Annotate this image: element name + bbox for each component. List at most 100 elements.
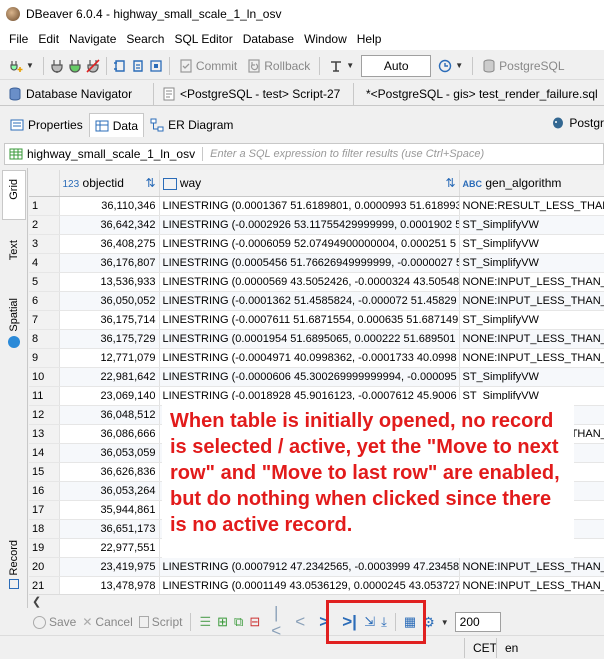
objectid-cell[interactable]: 36,175,714 — [59, 310, 160, 330]
gen-algorithm-cell[interactable]: NONE:INPUT_LESS_THAN_ — [459, 272, 604, 292]
row-number-cell[interactable]: 13 — [29, 424, 60, 444]
tab-grid[interactable]: Grid — [2, 170, 26, 220]
row-number-cell[interactable]: 2 — [29, 215, 60, 235]
menu-sql-editor[interactable]: SQL Editor — [169, 32, 237, 46]
way-cell[interactable]: LINESTRING (-0.0001362 51.4585824, -0.00… — [159, 291, 460, 311]
row-number-cell[interactable]: 7 — [29, 310, 60, 330]
tab-record[interactable]: Record — [2, 540, 26, 602]
gen-algorithm-cell[interactable]: NONE:RESULT_LESS_THAN_ — [459, 196, 604, 216]
filter-input[interactable]: Enter a SQL expression to filter results… — [210, 148, 484, 160]
tab-spatial[interactable]: Spatial — [2, 294, 26, 358]
gen-algorithm-cell[interactable]: NONE:INPUT_LESS_THAN_ — [459, 557, 604, 577]
column-header-objectid[interactable]: 123 objectid ⇅ — [59, 170, 160, 197]
table-row[interactable]: 8 36,175,729 LINESTRING (0.0001954 51.6895… — [29, 329, 604, 349]
reconnect-icon[interactable] — [68, 59, 82, 73]
gen-algorithm-cell[interactable]: ST_SimplifyVW — [459, 234, 604, 254]
objectid-cell[interactable]: 36,053,264 — [59, 481, 160, 501]
cancel-button[interactable]: ✕ Cancel — [82, 615, 132, 629]
script-button[interactable]: Script — [138, 615, 182, 629]
open-sql-script-icon[interactable] — [131, 59, 145, 73]
objectid-cell[interactable]: 36,651,173 — [59, 519, 160, 539]
row-number-cell[interactable]: 8 — [29, 329, 60, 349]
row-number-cell[interactable]: 15 — [29, 462, 60, 482]
table-row[interactable]: 3 36,408,275 LINESTRING (-0.0006059 52.074… — [29, 234, 604, 254]
way-cell[interactable]: LINESTRING (0.0000569 43.5052426, -0.000… — [159, 272, 460, 292]
objectid-cell[interactable]: 36,626,836 — [59, 462, 160, 482]
sort-filter-icon[interactable]: ⇅ — [445, 176, 455, 190]
disconnect-icon[interactable] — [86, 58, 100, 73]
table-row[interactable]: 1 36,110,346 LINESTRING (0.0001367 51.6189… — [29, 196, 604, 216]
objectid-cell[interactable]: 36,408,275 — [59, 234, 160, 254]
menu-search[interactable]: Search — [121, 32, 169, 46]
new-connection-button[interactable]: ▼ — [6, 55, 37, 77]
previous-row-button[interactable]: < — [294, 613, 306, 631]
auto-commit-mode-selector[interactable]: Auto — [361, 54, 432, 77]
way-cell[interactable]: LINESTRING (0.0005456 51.76626949999999,… — [159, 253, 460, 273]
row-number-cell[interactable]: 5 — [29, 272, 60, 292]
way-cell[interactable]: LINESTRING (-0.0006059 52.07494900000004… — [159, 234, 460, 254]
objectid-cell[interactable]: 23,419,975 — [59, 557, 160, 577]
row-number-cell[interactable]: 21 — [29, 576, 60, 594]
history-button[interactable]: ▼ — [435, 55, 466, 77]
objectid-cell[interactable]: 36,642,342 — [59, 215, 160, 235]
gen-algorithm-cell[interactable]: NONE:INPUT_LESS_THAN_ — [459, 291, 604, 311]
objectid-cell[interactable]: 22,977,551 — [59, 538, 160, 558]
tab-properties[interactable]: Properties — [4, 113, 89, 137]
gen-algorithm-cell[interactable]: NONE:INPUT_LESS_THAN_ — [459, 348, 604, 368]
way-cell[interactable]: LINESTRING (0.0001367 51.6189801, 0.0000… — [159, 196, 460, 216]
scroll-left-icon[interactable]: ❮ — [32, 595, 41, 608]
save-button[interactable]: Save — [33, 615, 76, 629]
objectid-cell[interactable]: 12,771,079 — [59, 348, 160, 368]
add-row-icon[interactable]: ⊞ — [217, 614, 228, 630]
objectid-cell[interactable]: 36,175,729 — [59, 329, 160, 349]
way-cell[interactable]: LINESTRING (-0.0004971 40.0998362, -0.00… — [159, 348, 460, 368]
objectid-cell[interactable]: 23,069,140 — [59, 386, 160, 406]
row-number-cell[interactable]: 3 — [29, 234, 60, 254]
row-number-cell[interactable]: 10 — [29, 367, 60, 387]
tab-script-27[interactable]: <PostgreSQL - test> Script-27 — [154, 83, 354, 105]
copy-row-icon[interactable]: ⧉ — [234, 614, 243, 630]
sql-editor-icon[interactable] — [113, 59, 127, 73]
row-number-cell[interactable]: 18 — [29, 519, 60, 539]
row-number-cell[interactable]: 14 — [29, 443, 60, 463]
table-row[interactable]: 2 36,642,342 LINESTRING (-0.0002926 53.117… — [29, 215, 604, 235]
way-cell[interactable]: LINESTRING (0.0007912 47.2342565, -0.000… — [159, 557, 460, 577]
menu-file[interactable]: File — [4, 32, 33, 46]
commit-button[interactable]: Commit — [176, 55, 240, 77]
sort-filter-icon[interactable]: ⇅ — [145, 176, 155, 190]
row-number-cell[interactable]: 9 — [29, 348, 60, 368]
way-cell[interactable]: LINESTRING (0.0001954 51.6895065, 0.0002… — [159, 329, 460, 349]
column-header-gen-algorithm[interactable]: ABC gen_algorithm — [459, 170, 604, 197]
objectid-cell[interactable]: 36,176,807 — [59, 253, 160, 273]
objectid-cell[interactable]: 13,536,933 — [59, 272, 160, 292]
row-number-cell[interactable]: 1 — [29, 196, 60, 216]
fetch-size-input[interactable]: 200 — [454, 612, 501, 632]
table-row[interactable]: 21 13,478,978 LINESTRING (0.0001149 43.053… — [29, 576, 604, 594]
objectid-cell[interactable]: 36,053,059 — [59, 443, 160, 463]
menu-database[interactable]: Database — [238, 32, 299, 46]
row-number-cell[interactable]: 6 — [29, 291, 60, 311]
edit-row-icon[interactable]: ☰ — [199, 614, 211, 630]
objectid-cell[interactable]: 36,110,346 — [59, 196, 160, 216]
column-header-way[interactable]: way ⇅ — [159, 170, 460, 197]
gen-algorithm-cell[interactable]: ST_SimplifyVW — [459, 253, 604, 273]
table-row[interactable]: 7 36,175,714 LINESTRING (-0.0007611 51.687… — [29, 310, 604, 330]
active-connection-selector[interactable]: PostgreSQL — [479, 55, 567, 77]
objectid-cell[interactable]: 36,048,512 — [59, 405, 160, 425]
gen-algorithm-cell[interactable]: ST_SimplifyVW — [459, 310, 604, 330]
row-number-cell[interactable]: 20 — [29, 557, 60, 577]
row-number-cell[interactable]: 16 — [29, 481, 60, 501]
transaction-log-icon[interactable] — [149, 59, 163, 73]
way-cell[interactable]: LINESTRING (0.0001149 43.0536129, 0.0000… — [159, 576, 460, 594]
objectid-cell[interactable]: 22,981,642 — [59, 367, 160, 387]
menu-window[interactable]: Window — [299, 32, 352, 46]
way-cell[interactable]: LINESTRING (-0.0002926 53.11755429999999… — [159, 215, 460, 235]
objectid-cell[interactable]: 36,086,666 — [59, 424, 160, 444]
objectid-cell[interactable]: 13,478,978 — [59, 576, 160, 594]
table-row[interactable]: 20 23,419,975 LINESTRING (0.0007912 47.234… — [29, 557, 604, 577]
delete-row-icon[interactable]: ⊟ — [249, 614, 260, 630]
row-number-cell[interactable]: 19 — [29, 538, 60, 558]
way-cell[interactable]: LINESTRING (-0.0000606 45.30026999999999… — [159, 367, 460, 387]
objectid-cell[interactable]: 35,944,861 — [59, 500, 160, 520]
chevron-down-icon[interactable]: ▼ — [441, 618, 449, 627]
